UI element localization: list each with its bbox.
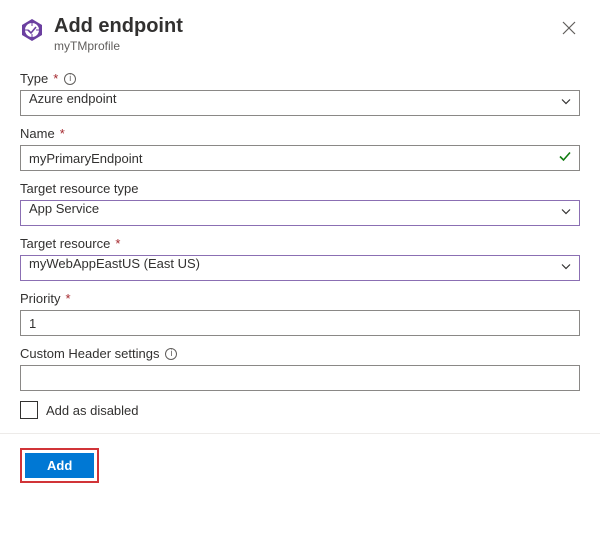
- name-label: Name: [20, 126, 55, 141]
- type-label: Type: [20, 71, 48, 86]
- panel-subtitle: myTMprofile: [54, 39, 548, 53]
- required-indicator: *: [115, 236, 120, 251]
- custom-header-input[interactable]: [20, 365, 580, 391]
- target-resource-type-select[interactable]: App Service: [20, 200, 580, 226]
- panel-title: Add endpoint: [54, 14, 548, 38]
- name-input[interactable]: [20, 145, 580, 171]
- required-indicator: *: [60, 126, 65, 141]
- panel-header: Add endpoint myTMprofile: [20, 14, 580, 53]
- target-resource-type-label: Target resource type: [20, 181, 139, 196]
- traffic-manager-icon: [20, 18, 44, 42]
- custom-header-label: Custom Header settings: [20, 346, 159, 361]
- priority-label: Priority: [20, 291, 60, 306]
- target-resource-label: Target resource: [20, 236, 110, 251]
- add-as-disabled-checkbox[interactable]: [20, 401, 38, 419]
- required-indicator: *: [65, 291, 70, 306]
- type-select[interactable]: Azure endpoint: [20, 90, 580, 116]
- add-button-highlight: Add: [20, 448, 99, 483]
- close-button[interactable]: [558, 16, 580, 42]
- close-icon: [562, 19, 576, 39]
- add-as-disabled-label: Add as disabled: [46, 403, 139, 418]
- target-resource-select[interactable]: myWebAppEastUS (East US): [20, 255, 580, 281]
- info-icon[interactable]: i: [64, 73, 76, 85]
- priority-input[interactable]: [20, 310, 580, 336]
- info-icon[interactable]: i: [165, 348, 177, 360]
- add-button[interactable]: Add: [25, 453, 94, 478]
- required-indicator: *: [53, 71, 58, 86]
